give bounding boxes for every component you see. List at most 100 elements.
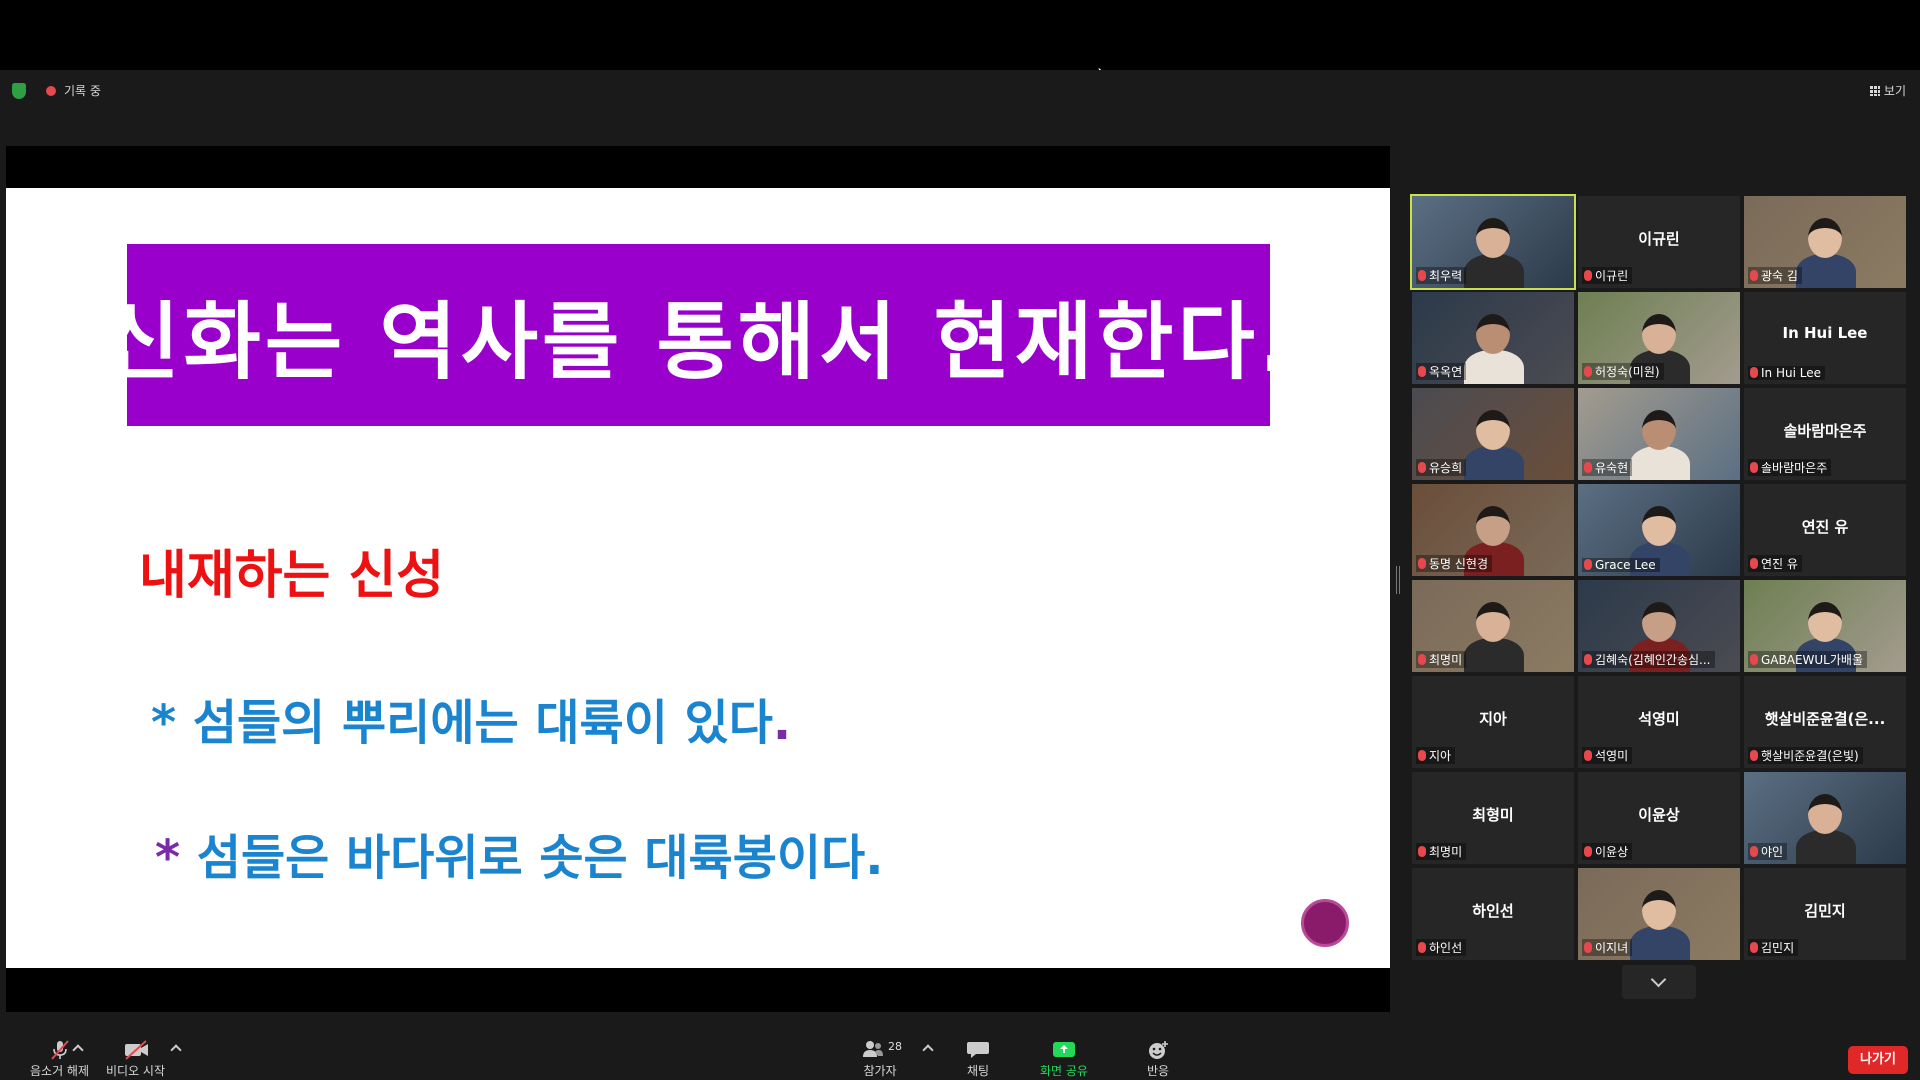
participant-tile[interactable]: 최우력 [1410, 194, 1576, 290]
participant-face [1642, 314, 1676, 354]
participant-tile[interactable]: 이규린 이규린 [1578, 196, 1740, 288]
bullet-text: 섬들은 바다위로 솟은 대륙봉이다. [196, 830, 884, 886]
participant-tile[interactable]: 이지녀 [1578, 868, 1740, 960]
participant-name: 유숙현 [1595, 461, 1629, 475]
meeting-toolbar: 음소거 해제 비디오 시작 28 참가자 채팅 화면 공유 반응 [0, 1022, 1920, 1080]
participant-display-name: 햇살비준윤결(은... [1764, 710, 1886, 728]
participant-tile[interactable]: Grace Lee [1578, 484, 1740, 576]
slide-bullet-1: * 섬들의 뿌리에는 대륙이 있다. [151, 683, 791, 753]
participant-name-label: 최명미 [1416, 651, 1467, 668]
participant-tile[interactable]: 하인선 하인선 [1412, 868, 1574, 960]
participant-name-label: 유숙현 [1582, 459, 1633, 476]
gallery-next-page-button[interactable] [1622, 965, 1696, 999]
participant-display-name: 김민지 [1804, 902, 1846, 920]
participant-face [1642, 506, 1676, 546]
participant-name: 이윤상 [1595, 845, 1629, 859]
muted-microphone-icon [1418, 846, 1426, 857]
participant-tile[interactable]: 유승희 [1412, 388, 1574, 480]
participant-tile[interactable]: 솔바람마은주 솔바람마은주 [1744, 388, 1906, 480]
participant-tile[interactable]: 지아 지아 [1412, 676, 1574, 768]
participant-name-label: 동명 신현경 [1416, 555, 1493, 572]
muted-microphone-icon [1418, 750, 1426, 761]
participant-name-label: 이규린 [1582, 267, 1633, 284]
participant-name-label: 지아 [1416, 747, 1456, 764]
participant-tile[interactable]: In Hui Lee In Hui Lee [1744, 292, 1906, 384]
participant-display-name: 이규린 [1638, 230, 1680, 248]
start-video-button[interactable]: 비디오 시작 [106, 1040, 165, 1079]
chevron-down-icon [1650, 971, 1667, 988]
muted-microphone-icon [1584, 366, 1592, 377]
participant-name-label: 하인선 [1416, 939, 1467, 956]
participant-name-label: 최우력 [1416, 267, 1467, 284]
participant-face [1642, 890, 1676, 930]
muted-microphone-icon [1750, 750, 1758, 761]
video-options-caret-icon[interactable] [170, 1044, 182, 1056]
participant-name: Grace Lee [1595, 558, 1656, 572]
participant-silhouette [1796, 254, 1856, 288]
participant-silhouette [1630, 446, 1690, 480]
participant-tile[interactable]: 광숙 김 [1744, 196, 1906, 288]
panel-resize-handle[interactable] [1396, 566, 1400, 594]
muted-microphone-icon [1418, 942, 1426, 953]
participants-button[interactable]: 28 참가자 [856, 1040, 904, 1079]
participant-tile[interactable]: 최명미 [1412, 580, 1574, 672]
participant-tile[interactable]: 햇살비준윤결(은... 햇살비준윤결(은빛) [1744, 676, 1906, 768]
reactions-button[interactable]: 반응 [1146, 1040, 1170, 1079]
muted-microphone-icon [1750, 846, 1758, 857]
participant-name: 야인 [1761, 845, 1784, 859]
participant-name-label: 옥옥연 [1416, 363, 1467, 380]
chat-bubble-icon [966, 1040, 990, 1058]
participant-display-name: In Hui Lee [1782, 324, 1868, 342]
participant-tile[interactable]: 옥옥연 [1412, 292, 1574, 384]
muted-microphone-icon [1584, 750, 1592, 761]
participant-name-label: 김혜숙(김혜인간송심... [1582, 651, 1715, 668]
encryption-shield-icon[interactable] [12, 83, 26, 99]
participant-tile[interactable]: 김혜숙(김혜인간송심... [1578, 580, 1740, 672]
chat-button[interactable]: 채팅 [966, 1040, 990, 1079]
muted-microphone-icon [1750, 942, 1758, 953]
participant-tile[interactable]: 김민지 김민지 [1744, 868, 1906, 960]
participant-tile[interactable]: 연진 유 연진 유 [1744, 484, 1906, 576]
participant-name: 김혜숙(김혜인간송심... [1595, 653, 1711, 667]
participant-face [1476, 410, 1510, 450]
participant-display-name: 지아 [1479, 710, 1507, 728]
participant-tile[interactable]: 유숙현 [1578, 388, 1740, 480]
share-screen-label: 화면 공유 [1040, 1064, 1088, 1078]
participant-tile[interactable]: GABAEWUL가배울 [1744, 580, 1906, 672]
participants-options-caret-icon[interactable] [922, 1044, 934, 1056]
participant-silhouette [1796, 830, 1856, 864]
share-screen-icon [1052, 1040, 1076, 1058]
participant-name: 이규린 [1595, 269, 1629, 283]
muted-microphone-icon [1750, 270, 1758, 281]
participant-display-name: 솔바람마은주 [1783, 422, 1867, 440]
share-screen-button[interactable]: 화면 공유 [1040, 1040, 1088, 1079]
view-button[interactable]: 보기 [1868, 82, 1906, 99]
muted-microphone-icon [1418, 270, 1426, 281]
participant-face [1642, 602, 1676, 642]
participant-name: 햇살비준윤결(은빛) [1761, 749, 1859, 763]
participant-tile[interactable]: 이윤상 이윤상 [1578, 772, 1740, 864]
participant-name: 허정숙(미원) [1595, 365, 1660, 379]
participant-tile[interactable]: 석영미 석영미 [1578, 676, 1740, 768]
participant-name: 지아 [1429, 749, 1452, 763]
microphone-muted-icon [48, 1040, 72, 1060]
participant-display-name: 하인선 [1472, 902, 1514, 920]
participant-name-label: 이지녀 [1582, 939, 1633, 956]
participant-tile[interactable]: 야인 [1744, 772, 1906, 864]
participant-name-label: 이윤상 [1582, 843, 1633, 860]
participants-label: 참가자 [863, 1064, 897, 1078]
slide-bullet-2: * 섬들은 바다위로 솟은 대륙봉이다. [155, 818, 883, 888]
participant-name: 최명미 [1429, 653, 1463, 667]
participant-silhouette [1464, 254, 1524, 288]
participant-tile[interactable]: 최형미 최명미 [1412, 772, 1574, 864]
slide-subheading: 내재하는 신성 [139, 546, 445, 606]
participant-tile[interactable]: 동명 신현경 [1412, 484, 1574, 576]
bullet-star: * [155, 830, 181, 886]
muted-microphone-icon [1584, 942, 1592, 953]
unmute-label: 음소거 해제 [30, 1064, 90, 1078]
leave-meeting-button[interactable]: 나가기 [1848, 1046, 1908, 1074]
participant-tile[interactable]: 허정숙(미원) [1578, 292, 1740, 384]
recording-label: 기록 중 [64, 84, 101, 98]
muted-microphone-icon [1418, 366, 1426, 377]
slide-logo-icon [1301, 899, 1349, 947]
